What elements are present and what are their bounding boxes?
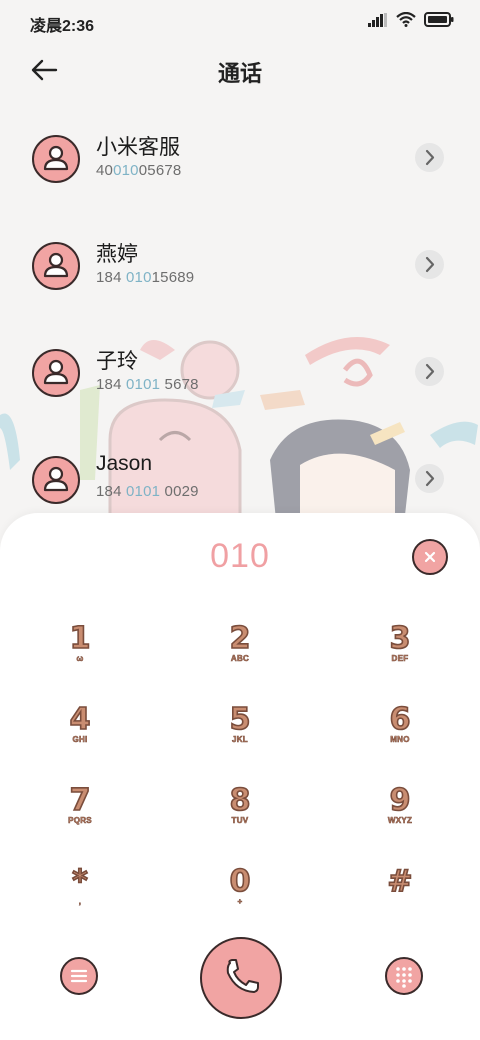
close-icon: [424, 551, 436, 563]
contact-item[interactable]: 燕婷 184 01015689: [0, 242, 480, 332]
keypad-toggle-button[interactable]: [385, 957, 423, 995]
contact-number: 184 0101 5678: [96, 376, 199, 393]
keypad-key-2[interactable]: 2 ABC: [190, 617, 290, 683]
chevron-right-icon: [425, 363, 435, 380]
dialer-panel: 010 1 ω 2 ABC 3 DEF 4 GHI 5 JKL 6 MNO 7 …: [0, 513, 480, 1040]
phone-icon: [226, 959, 259, 993]
person-icon: [43, 145, 69, 171]
keypad-key-7[interactable]: 7 PQRS: [30, 779, 130, 845]
keypad-key-star[interactable]: * ,: [30, 860, 130, 926]
signal-icon: [368, 12, 387, 27]
avatar: [32, 349, 80, 397]
chevron-right-icon: [425, 256, 435, 273]
call-button[interactable]: [200, 937, 282, 1019]
contact-detail-button[interactable]: [415, 250, 444, 279]
status-time: 凌晨2:36: [30, 18, 95, 35]
menu-button[interactable]: [60, 957, 98, 995]
contact-item[interactable]: 小米客服 4001005678: [0, 135, 480, 225]
contact-item[interactable]: 子玲 184 0101 5678: [0, 349, 480, 439]
contact-name: 小米客服: [96, 136, 180, 159]
keypad-key-4[interactable]: 4 GHI: [30, 698, 130, 764]
contact-detail-button[interactable]: [415, 143, 444, 172]
chevron-right-icon: [425, 149, 435, 166]
contact-number: 184 01015689: [96, 269, 195, 286]
person-icon: [43, 359, 69, 385]
wifi-icon: [396, 12, 416, 27]
keypad-key-9[interactable]: 9 WXYZ: [350, 779, 450, 845]
header: 通话: [0, 48, 480, 92]
keypad-key-8[interactable]: 8 TUV: [190, 779, 290, 845]
clear-button[interactable]: [412, 539, 448, 575]
contact-name: 子玲: [96, 350, 138, 373]
menu-icon: [70, 969, 88, 983]
keypad-key-1[interactable]: 1 ω: [30, 617, 130, 683]
avatar: [32, 456, 80, 504]
keypad-key-5[interactable]: 5 JKL: [190, 698, 290, 764]
dialed-number: 010: [210, 537, 270, 575]
avatar: [32, 135, 80, 183]
page-title: 通话: [217, 61, 262, 86]
contact-name: 燕婷: [96, 243, 138, 266]
keypad-key-hash[interactable]: #: [350, 860, 450, 926]
contact-number: 184 0101 0029: [96, 483, 199, 500]
person-icon: [43, 466, 69, 492]
keypad-key-3[interactable]: 3 DEF: [350, 617, 450, 683]
keypad-key-6[interactable]: 6 MNO: [350, 698, 450, 764]
status-bar: 凌晨2:36: [0, 0, 480, 42]
contact-detail-button[interactable]: [415, 357, 444, 386]
chevron-right-icon: [425, 470, 435, 487]
keypad-key-0[interactable]: 0 +: [190, 860, 290, 926]
keypad-icon: [396, 967, 412, 988]
battery-icon: [424, 12, 454, 27]
avatar: [32, 242, 80, 290]
status-icons: [368, 12, 454, 27]
contact-name: Jason: [96, 452, 153, 475]
contact-detail-button[interactable]: [415, 464, 444, 493]
person-icon: [43, 252, 69, 278]
contact-number: 4001005678: [96, 162, 182, 179]
